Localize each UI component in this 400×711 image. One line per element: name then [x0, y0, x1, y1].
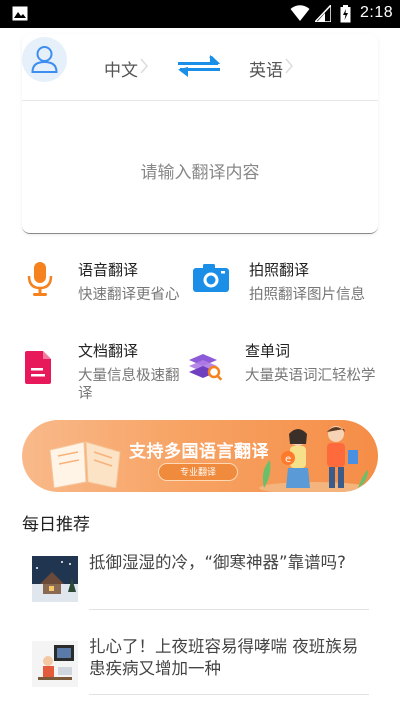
banner-title: 支持多国语言翻译: [129, 442, 269, 462]
book-search-icon: [189, 354, 223, 381]
divider: [89, 694, 369, 695]
article-title: 抵御湿湿的冷，“御寒神器”靠谱吗?: [89, 553, 346, 572]
divider: [89, 609, 369, 610]
daily-section-title: 每日推荐: [22, 515, 90, 535]
article-item[interactable]: 扎心了！上夜班容易得哮喘 夜班族易患疾病又增加一种: [0, 628, 400, 696]
feature-desc: 拍照翻译图片信息: [249, 287, 365, 303]
document-icon: [25, 351, 51, 384]
target-language-selector[interactable]: 英语: [249, 56, 283, 81]
chevron-right-icon: [140, 58, 148, 74]
banner-button[interactable]: 专业翻译: [158, 463, 238, 481]
article-item[interactable]: 抵御湿湿的冷，“御寒神器”靠谱吗?: [0, 545, 400, 611]
feature-desc: 快速翻译更省心: [78, 287, 180, 303]
microphone-icon: [27, 262, 53, 296]
feature-title: 查单词: [245, 342, 291, 360]
people-illustration: e: [259, 426, 369, 492]
chevron-right-icon: [285, 58, 293, 74]
feature-desc: 大量英语词汇轻松学: [245, 368, 376, 384]
swap-languages-button[interactable]: [176, 55, 222, 77]
image-icon: [12, 6, 28, 21]
word-lookup-item[interactable]: 查单词 大量英语词汇轻松学: [186, 336, 378, 406]
feature-title: 拍照翻译: [249, 261, 310, 279]
open-book-illustration: [49, 441, 121, 488]
feature-title: 语音翻译: [78, 261, 139, 279]
document-translation-item[interactable]: 文档翻译 大量信息极速翻译: [22, 336, 192, 406]
swap-arrows-icon: [178, 55, 220, 77]
article-title: 扎心了！上夜班容易得哮喘 夜班族易患疾病又增加一种: [89, 637, 359, 678]
divider: [22, 100, 378, 101]
feature-desc: 大量信息极速翻译: [78, 368, 180, 402]
photo-translation-item[interactable]: 拍照翻译 拍照翻译图片信息: [192, 252, 378, 308]
status-bar: 2:18: [0, 0, 400, 28]
battery-charging-icon: [340, 5, 351, 23]
article-thumbnail: [32, 556, 78, 602]
source-language-selector[interactable]: 中文: [104, 56, 138, 81]
user-avatar-icon: [31, 46, 58, 73]
translation-input[interactable]: 请输入翻译内容: [0, 158, 400, 183]
wifi-icon: [290, 5, 310, 21]
feature-title: 文档翻译: [78, 342, 139, 360]
status-time: 2:18: [360, 4, 394, 21]
signal-icon: [315, 5, 331, 22]
svg-text:e: e: [285, 454, 291, 465]
user-avatar[interactable]: [22, 37, 67, 82]
promo-banner[interactable]: 支持多国语言翻译 专业翻译 e: [22, 420, 378, 492]
voice-translation-item[interactable]: 语音翻译 快速翻译更省心: [22, 252, 192, 308]
article-thumbnail: [32, 641, 78, 687]
camera-icon: [193, 264, 229, 292]
